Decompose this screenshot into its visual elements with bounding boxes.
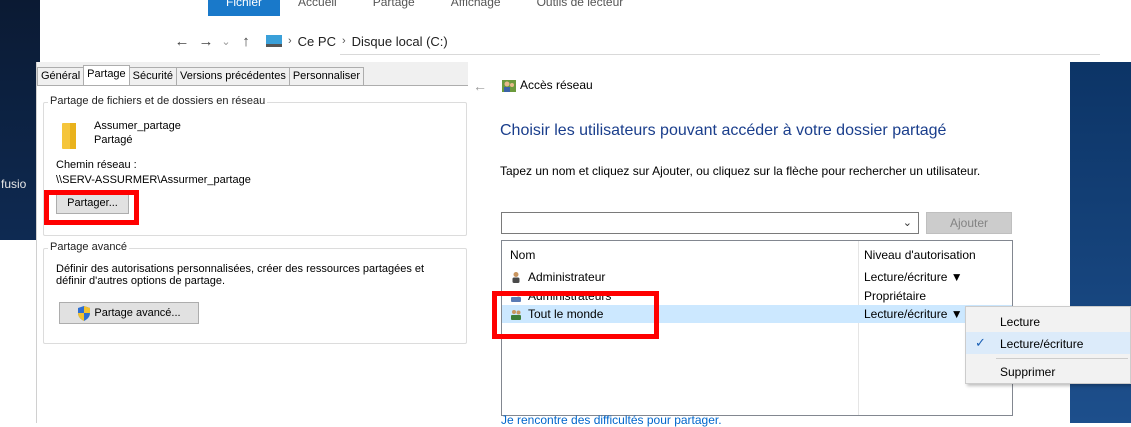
file-explorer: Fichier Accueil Partage Affichage Outils…: [40, 0, 1100, 62]
network-path-label: Chemin réseau :: [56, 159, 137, 171]
ribbon-tab-outils[interactable]: Outils de lecteur: [519, 0, 642, 16]
tab-general[interactable]: Général: [37, 67, 85, 86]
tab-partage[interactable]: Partage: [83, 65, 130, 86]
desktop-background-left: fusio: [0, 0, 40, 240]
permission-context-menu: Lecture ✓ Lecture/écriture Supprimer: [965, 306, 1131, 384]
folder-icon: [62, 123, 76, 149]
back-arrow-icon[interactable]: ←: [170, 33, 194, 50]
row-permission-dropdown[interactable]: Lecture/écriture ▼: [864, 270, 963, 284]
row-name: Administrateurs: [528, 289, 612, 303]
user-permissions-list: Nom Niveau d'autorisation Administrateur…: [501, 240, 1013, 416]
list-item[interactable]: Administrateur Lecture/écriture ▼: [502, 268, 1012, 286]
breadcrumb-separator-icon: ›: [341, 35, 346, 47]
advanced-sharing-description: Définir des autorisations personnalisées…: [56, 263, 425, 287]
menu-separator: [996, 358, 1128, 359]
network-sharing-legend: Partage de fichiers et de dossiers en ré…: [48, 95, 268, 107]
advanced-sharing-group: Partage avancé Définir des autorisations…: [43, 241, 467, 344]
forward-arrow-icon[interactable]: →: [194, 33, 218, 50]
ribbon-tab-affichage[interactable]: Affichage: [433, 0, 519, 16]
recent-chevron-icon[interactable]: ⌄: [218, 35, 234, 48]
group-icon: [511, 310, 521, 320]
add-user-button[interactable]: Ajouter: [926, 212, 1012, 234]
network-users-icon: [502, 80, 516, 92]
checkmark-icon: ✓: [975, 335, 986, 350]
list-item-selected[interactable]: Tout le monde Lecture/écriture ▼: [502, 305, 1012, 323]
network-sharing-group: Partage de fichiers et de dossiers en ré…: [43, 95, 467, 236]
shared-folder-name: Assumer_partage: [94, 120, 181, 132]
back-arrow-icon[interactable]: ←: [473, 78, 487, 94]
group-icon: [511, 292, 521, 302]
desktop-label: fusio: [1, 177, 27, 191]
wizard-heading: Choisir les utilisateurs pouvant accéder…: [500, 122, 947, 139]
menu-item-lecture-ecriture[interactable]: ✓ Lecture/écriture: [966, 332, 1130, 354]
row-name: Tout le monde: [528, 307, 604, 321]
advanced-sharing-button-label: Partage avancé...: [94, 307, 181, 319]
row-permission: Propriétaire: [864, 289, 927, 303]
chevron-down-icon[interactable]: ⌄: [903, 216, 912, 229]
ribbon-tab-partage[interactable]: Partage: [355, 0, 433, 16]
user-combobox[interactable]: ⌄: [501, 212, 919, 234]
menu-item-supprimer[interactable]: Supprimer: [966, 360, 1130, 382]
uac-shield-icon: [78, 305, 91, 321]
breadcrumb-local-disk[interactable]: Disque local (C:): [352, 34, 448, 49]
breadcrumb-this-pc[interactable]: Ce PC: [298, 34, 336, 49]
tab-securite[interactable]: Sécurité: [128, 67, 178, 86]
address-divider: [340, 54, 1100, 55]
properties-tabs: Général Partage Sécurité Versions précéd…: [37, 65, 365, 86]
breadcrumb-separator-icon: ›: [288, 35, 292, 47]
shared-folder-status: Partagé: [94, 134, 133, 146]
share-button[interactable]: Partager...: [56, 192, 129, 214]
ribbon-tab-accueil[interactable]: Accueil: [280, 0, 355, 16]
advanced-sharing-legend: Partage avancé: [48, 241, 130, 253]
sharing-help-link[interactable]: Je rencontre des difficultés pour partag…: [501, 413, 722, 427]
this-pc-icon: [266, 35, 282, 47]
row-name: Administrateur: [528, 270, 606, 284]
address-bar[interactable]: ← → ⌄ ↑ › Ce PC › Disque local (C:): [170, 28, 1070, 54]
ribbon-tabs: Fichier Accueil Partage Affichage Outils…: [208, 0, 641, 16]
menu-item-lecture[interactable]: Lecture: [966, 310, 1130, 332]
ribbon-tab-fichier[interactable]: Fichier: [208, 0, 281, 16]
wizard-instruction: Tapez un nom et cliquez sur Ajouter, ou …: [500, 164, 981, 178]
list-item[interactable]: Administrateurs Propriétaire: [502, 287, 1012, 305]
tab-personnaliser[interactable]: Personnaliser: [288, 67, 365, 86]
tab-versions-precedentes[interactable]: Versions précédentes: [176, 67, 290, 86]
folder-properties-dialog: Général Partage Sécurité Versions précéd…: [36, 62, 469, 423]
row-permission-dropdown[interactable]: Lecture/écriture ▼: [864, 307, 963, 321]
network-path-value: \\SERV-ASSURMER\Assurmer_partage: [56, 174, 251, 186]
advanced-sharing-button[interactable]: Partage avancé...: [59, 302, 199, 324]
user-icon: [512, 272, 520, 283]
column-header-permission[interactable]: Niveau d'autorisation: [864, 248, 976, 262]
up-arrow-icon[interactable]: ↑: [234, 33, 258, 50]
wizard-title: Accès réseau: [520, 78, 593, 92]
column-header-name[interactable]: Nom: [510, 248, 535, 262]
sharing-tab-panel: Partage de fichiers et de dossiers en ré…: [37, 85, 469, 423]
